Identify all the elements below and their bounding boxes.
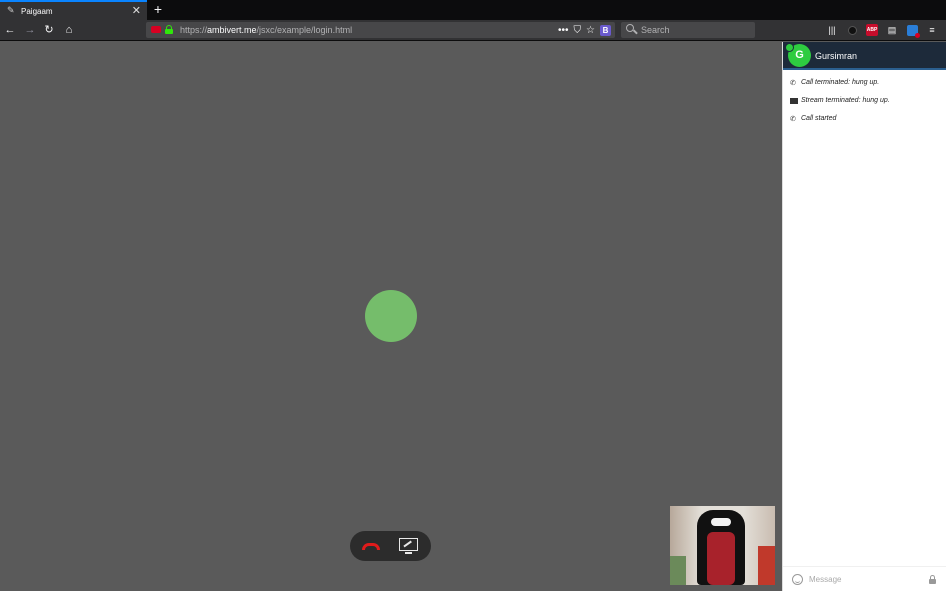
tab-title: Paigaam bbox=[21, 7, 53, 16]
message-input[interactable] bbox=[809, 572, 919, 587]
new-tab-button[interactable]: + bbox=[151, 1, 165, 17]
screenshare-button[interactable] bbox=[398, 536, 420, 556]
phone-icon: ✆ bbox=[790, 80, 796, 87]
video-call-area bbox=[0, 42, 782, 591]
search-bar[interactable]: Search bbox=[621, 22, 755, 38]
menu-icon[interactable]: ≡ bbox=[926, 24, 938, 36]
sidebar-icon[interactable]: ▤ bbox=[886, 24, 898, 36]
tab-strip: ✎ Paigaam ✕ + bbox=[0, 0, 946, 20]
list-item: ✆ Call terminated: hung up. bbox=[790, 79, 880, 87]
list-item: ✆ Call started bbox=[790, 115, 837, 123]
hangup-icon bbox=[362, 543, 380, 550]
url-bar[interactable]: https://ambivert.me/jsxc/example/login.h… bbox=[146, 22, 615, 38]
hangup-button[interactable] bbox=[360, 536, 382, 556]
search-placeholder: Search bbox=[641, 25, 670, 35]
library-icon[interactable]: ||| bbox=[826, 24, 838, 36]
camera-sharing-indicator-icon[interactable] bbox=[151, 26, 161, 33]
more-actions-icon[interactable]: ••• bbox=[558, 25, 569, 36]
navigation-toolbar: ← → ↻ ⌂ https://ambivert.me/jsxc/example… bbox=[0, 20, 946, 41]
url-text[interactable]: https://ambivert.me/jsxc/example/login.h… bbox=[180, 25, 352, 35]
remote-avatar bbox=[365, 290, 417, 342]
presence-indicator bbox=[785, 43, 794, 52]
phone-icon: ✆ bbox=[790, 116, 796, 123]
list-item: Stream terminated: hung up. bbox=[783, 96, 946, 114]
extension-blue-icon[interactable] bbox=[906, 24, 920, 38]
chat-window: G Gursimran ✆ Call terminated: hung up. … bbox=[782, 42, 946, 591]
chat-input-bar bbox=[783, 566, 946, 591]
tab-paigaam[interactable]: ✎ Paigaam ✕ bbox=[0, 0, 147, 20]
message-list: ✆ Call terminated: hung up. Stream termi… bbox=[783, 78, 946, 132]
contact-name[interactable]: Gursimran bbox=[815, 51, 857, 61]
b-extension-icon[interactable]: B bbox=[600, 24, 611, 36]
call-controls bbox=[350, 531, 431, 561]
adblock-icon[interactable]: ABP bbox=[866, 24, 878, 36]
favicon-icon: ✎ bbox=[7, 5, 15, 15]
home-icon[interactable]: ⌂ bbox=[62, 23, 76, 37]
forward-icon[interactable]: → bbox=[23, 23, 37, 37]
local-video-preview[interactable] bbox=[670, 506, 775, 585]
emoji-icon[interactable] bbox=[792, 574, 803, 585]
encryption-lock-icon[interactable] bbox=[929, 575, 936, 584]
extension-dark-icon[interactable] bbox=[846, 24, 858, 36]
camera-icon bbox=[790, 98, 798, 104]
back-icon[interactable]: ← bbox=[3, 23, 17, 37]
pocket-icon[interactable]: ⛉ bbox=[574, 25, 582, 36]
screenshare-icon bbox=[399, 538, 418, 551]
reload-icon[interactable]: ↻ bbox=[42, 23, 56, 37]
close-tab-icon[interactable]: ✕ bbox=[132, 4, 141, 17]
search-icon bbox=[626, 24, 638, 36]
lock-icon[interactable] bbox=[165, 25, 173, 34]
chat-header[interactable]: G Gursimran bbox=[783, 42, 946, 70]
bookmark-star-icon[interactable]: ☆ bbox=[586, 25, 595, 36]
